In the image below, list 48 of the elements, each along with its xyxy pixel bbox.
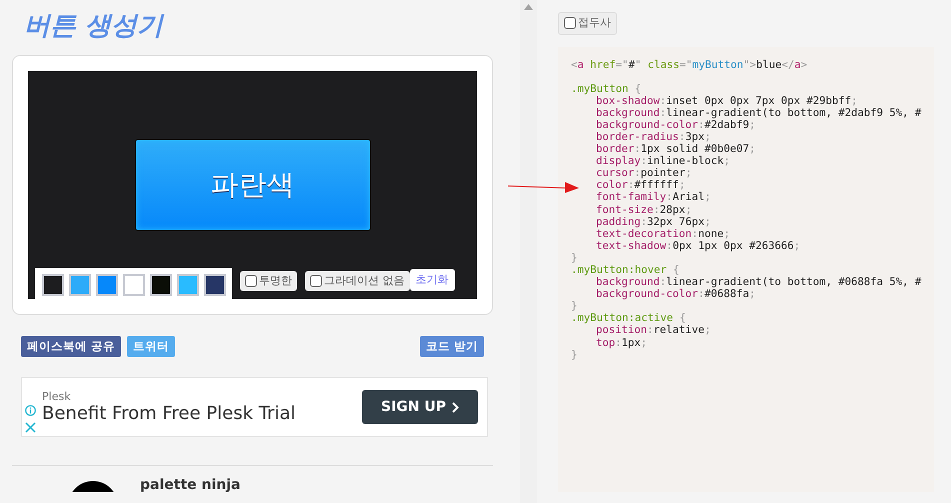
author-name: palette ninja [140, 478, 240, 492]
html-code-line: <a href="#" class="myButton">blue</a> [571, 58, 808, 71]
css-code-line: } [571, 348, 578, 361]
option-checkbox[interactable]: 투명한 [240, 270, 297, 291]
get-code-button[interactable]: 코드 받기 [420, 336, 484, 358]
css-code-line: background-color:#0688fa; [595, 288, 756, 300]
css-code-line: } [571, 252, 578, 264]
css-code-line: .myButton:active { [571, 312, 686, 324]
css-code-line: background-color:#2dabf9; [595, 118, 756, 131]
info-icon[interactable] [25, 405, 36, 416]
sign-up-button[interactable]: SIGN UP [362, 390, 478, 424]
ad-brand: Plesk [42, 390, 72, 403]
arrow [508, 180, 580, 194]
color-swatch[interactable] [96, 274, 118, 296]
color-swatch[interactable] [150, 274, 172, 296]
prefix-checkbox[interactable]: 접두사 [558, 12, 617, 34]
css-code-line: text-decoration:none; [595, 228, 731, 240]
scroll-up-arrow-icon[interactable] [524, 4, 533, 10]
css-code-line: .myButton { [571, 82, 642, 95]
facebook-share-button[interactable]: 페이스북에 공유 [21, 336, 122, 358]
preview-button[interactable]: 파란색 [134, 139, 370, 231]
color-swatch[interactable] [204, 274, 226, 296]
chevron-right-icon [452, 402, 459, 413]
color-swatch[interactable] [69, 274, 91, 296]
close-icon[interactable] [25, 422, 36, 434]
css-code-line: border:1px solid #0b0e07; [595, 143, 756, 156]
css-code-line: background:linear-gradient(to bottom, #2dabf9 5%, # [595, 106, 922, 119]
css-code-line: padding:32px 76px; [595, 216, 712, 228]
color-swatch[interactable] [42, 274, 64, 296]
css-code-line: box-shadow:inset 0px 0px 7px 0px #29bbff; [595, 94, 859, 107]
color-swatch[interactable] [177, 274, 199, 296]
css-code-line: cursor:pointer; [595, 167, 693, 180]
css-code-line: display:inline-block; [595, 155, 731, 168]
page-title: 버튼 생성기 [24, 10, 166, 42]
css-code-line: .myButton:hover { [571, 264, 680, 276]
option-checkbox[interactable]: 그라데이션 없음 [305, 270, 410, 291]
css-code-line: position:relative; [596, 324, 712, 337]
css-code-line: top:1px; [595, 336, 648, 349]
color-swatch[interactable] [123, 274, 145, 296]
css-code-line: text-shadow:0px 1px 0px #263666; [595, 240, 802, 252]
css-code-line: border-radius:3px; [595, 130, 712, 144]
css-code-line: font-size:28px; [595, 204, 693, 216]
css-code-line: font-family:Arial; [595, 191, 712, 204]
ad-headline: Benefit From Free Plesk Trial [42, 402, 296, 425]
reset-button[interactable]: 초기화 [410, 268, 454, 291]
css-code-line: } [571, 300, 578, 312]
css-code-line: background:linear-gradient(to bottom, #0688fa 5%, # [595, 276, 922, 288]
css-code-line: color:#ffffff; [595, 179, 686, 192]
